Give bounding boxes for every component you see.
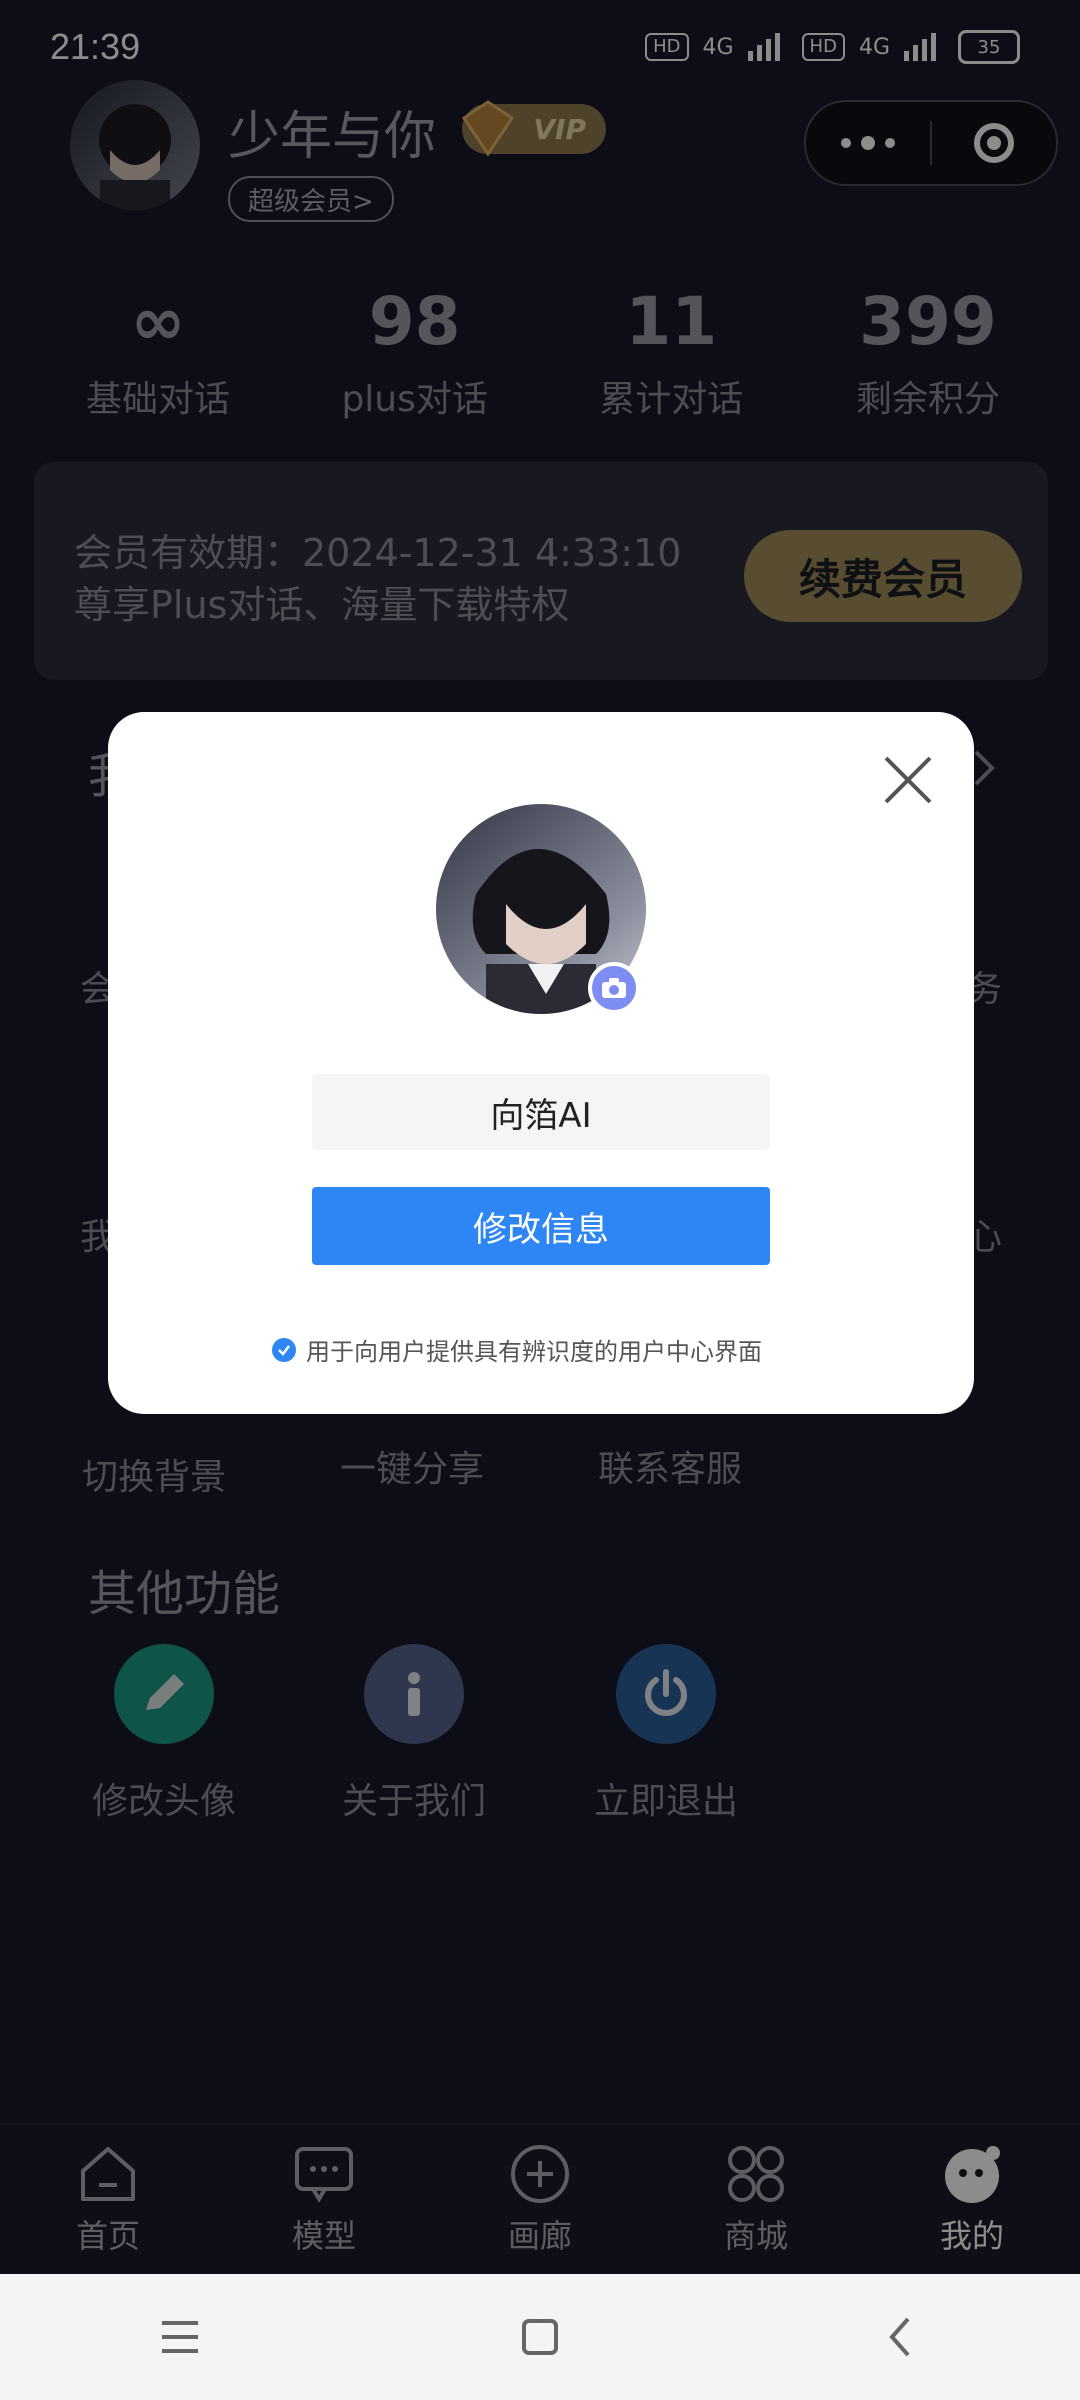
usage-note: 用于向用户提供具有辨识度的用户中心界面 [272, 1332, 762, 1367]
square-icon [522, 2319, 558, 2355]
nickname-input[interactable] [312, 1074, 770, 1150]
back-button[interactable] [860, 2307, 940, 2367]
back-icon [889, 2317, 910, 2357]
camera-icon[interactable] [588, 962, 640, 1014]
usage-note-text: 用于向用户提供具有辨识度的用户中心界面 [306, 1338, 762, 1366]
save-profile-button[interactable]: 修改信息 [312, 1187, 770, 1265]
check-icon [272, 1337, 296, 1362]
menu-button[interactable] [140, 2307, 220, 2367]
home-nav-button[interactable] [500, 2307, 580, 2367]
menu-icon [162, 2321, 198, 2353]
system-navigation-bar [0, 2274, 1080, 2400]
close-icon[interactable] [878, 750, 938, 810]
